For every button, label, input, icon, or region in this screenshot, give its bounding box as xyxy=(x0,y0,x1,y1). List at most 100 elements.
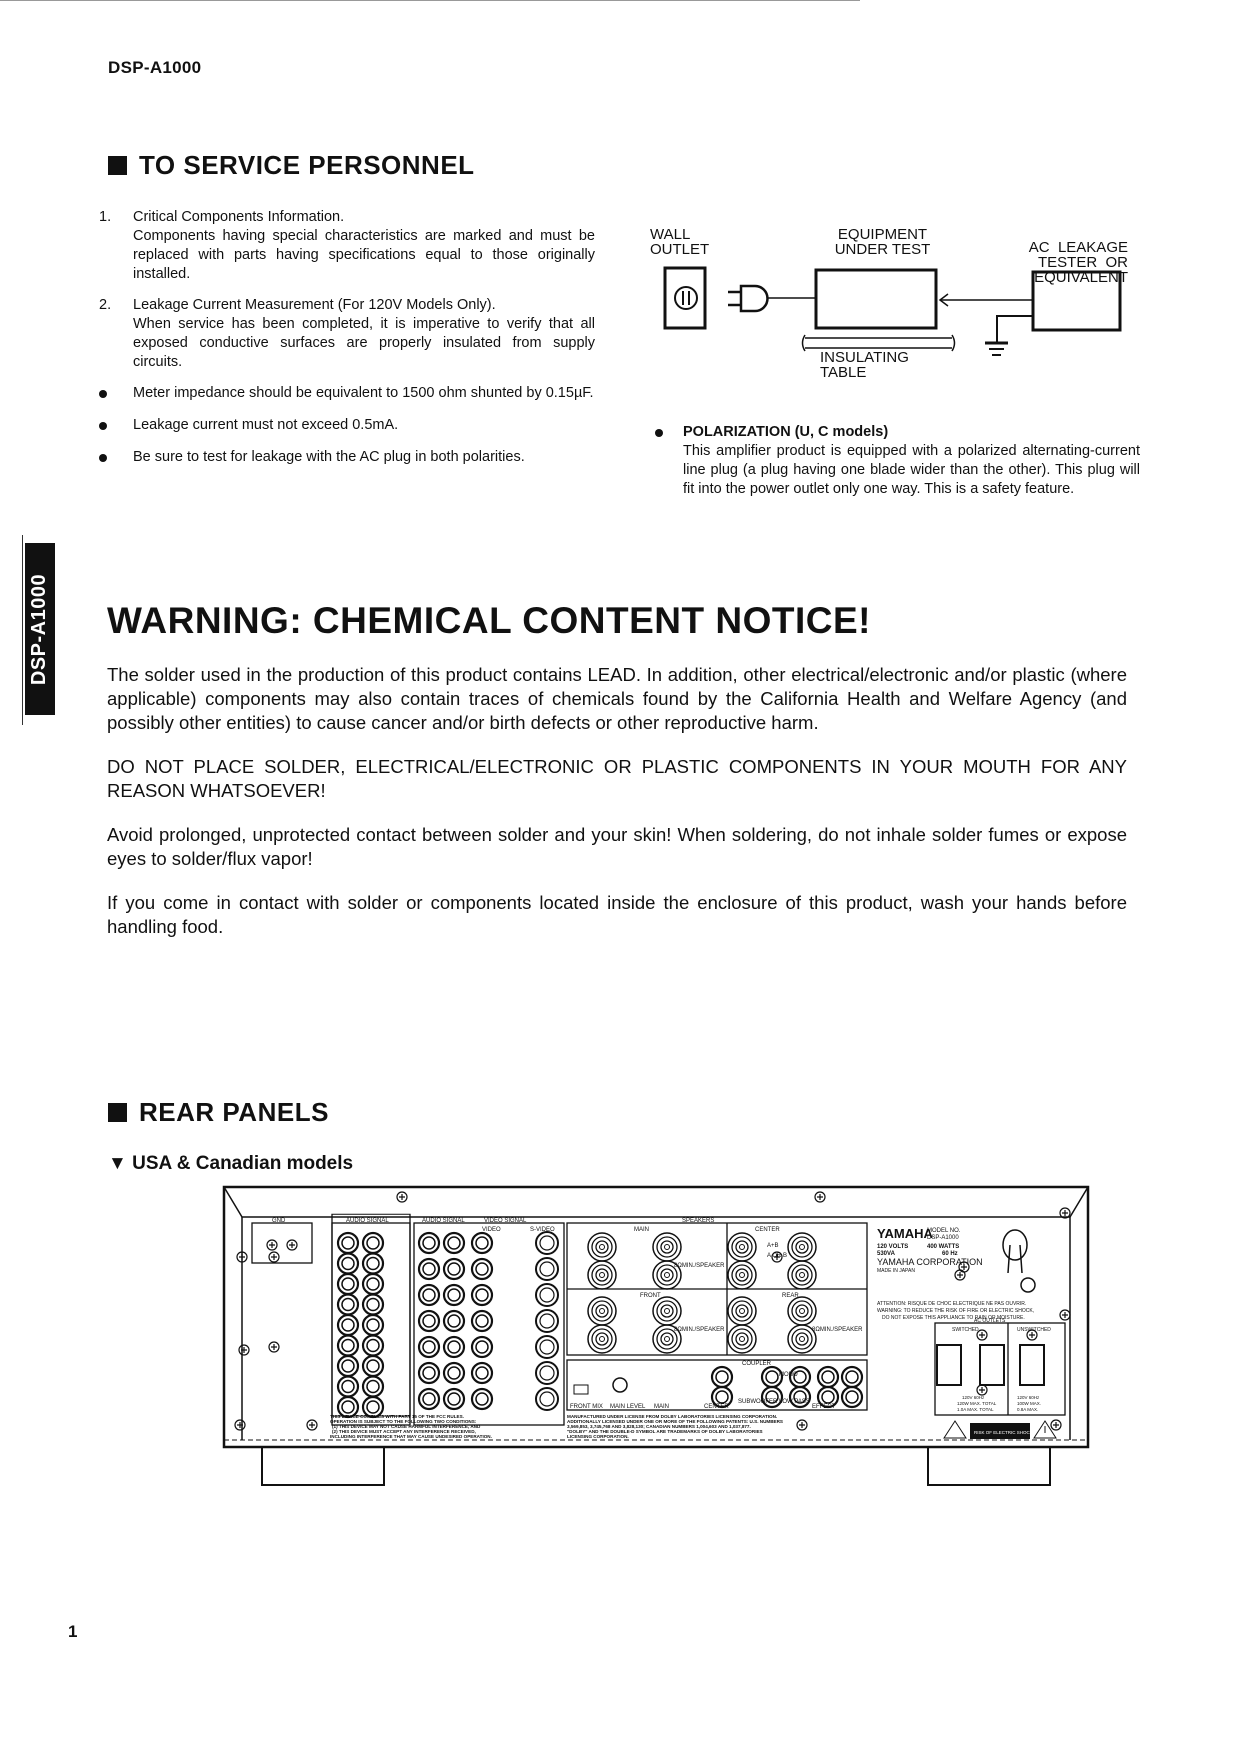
screw-cross xyxy=(1053,1422,1059,1428)
speaker-terminal-ring xyxy=(591,1300,613,1322)
ground-icon xyxy=(985,315,1033,356)
rca-jack-inner xyxy=(475,1340,489,1354)
volts-label: 120 VOLTS xyxy=(877,1244,908,1250)
s-video-jack-inner xyxy=(539,1391,555,1407)
unswitched-label: UNSWITCHED xyxy=(1017,1327,1051,1333)
s-video-jack-inner xyxy=(539,1235,555,1251)
s-video-jack-inner xyxy=(539,1365,555,1381)
speaker-terminal-core xyxy=(795,1332,809,1346)
rear-panel-drawing: GND AUDIO SIGNAL AUDIO SIGNAL VIDEO SIGN… xyxy=(222,1185,1090,1530)
rca-jack xyxy=(336,1375,360,1398)
speaker-terminal-core xyxy=(795,1268,809,1282)
rca-jack-inner xyxy=(447,1288,461,1302)
speaker-terminal-core xyxy=(795,1240,809,1254)
unswitched-spec-3: 0.8A MAX. xyxy=(1017,1407,1038,1412)
ac-outlets-box xyxy=(934,1322,1066,1416)
screw-cross xyxy=(957,1272,963,1278)
speaker-terminal-core xyxy=(595,1268,609,1282)
rca-jack xyxy=(442,1387,466,1411)
rca-jack-inner xyxy=(366,1297,380,1312)
front-impedance-label: 8ΩMIN./SPEAKER xyxy=(674,1327,725,1333)
speaker-terminal-pin xyxy=(599,1244,605,1250)
rca-jack-inner xyxy=(341,1379,355,1394)
polarization-title: POLARIZATION (U, C models) xyxy=(683,424,889,440)
s-video-jack xyxy=(535,1231,559,1255)
warning-paragraph: The solder used in the production of thi… xyxy=(107,664,1127,733)
item-title: Leakage Current Measurement (For 120V Mo… xyxy=(133,297,496,313)
item-title: Critical Components Information. xyxy=(133,209,345,225)
speaker-terminal-core xyxy=(595,1332,609,1346)
rca-jack xyxy=(470,1387,494,1411)
speaker-terminal-ring xyxy=(731,1300,753,1322)
service-section-heading: TO SERVICE PERSONNEL xyxy=(108,150,475,181)
speaker-terminal-core xyxy=(595,1240,609,1254)
rca-jack xyxy=(442,1257,466,1281)
rca-jack xyxy=(442,1309,466,1333)
rca-jack xyxy=(442,1283,466,1307)
dolby-line: LICENSING CORPORATION. xyxy=(567,1434,629,1439)
front-mix-label: FRONT MIX xyxy=(570,1404,603,1410)
rca-jack-inner xyxy=(475,1392,489,1406)
service-bullet: Leakage current must not exceed 0.5mA. xyxy=(95,416,595,436)
video-signal-label: VIDEO SIGNAL xyxy=(484,1218,527,1224)
coupler-center-label: CENTER xyxy=(704,1404,729,1410)
rca-jack-inner xyxy=(422,1392,436,1406)
speaker-terminal-core xyxy=(660,1240,674,1254)
brand-logo: YAMAHA xyxy=(877,1226,933,1241)
speaker-terminal-pin xyxy=(739,1308,745,1314)
power-cord-icon xyxy=(1002,1229,1036,1293)
rca-jack-inner xyxy=(341,1400,355,1414)
speaker-terminal-core xyxy=(735,1268,749,1282)
speaker-terminal-pin xyxy=(599,1272,605,1278)
s-video-jack xyxy=(535,1361,559,1385)
attention-label: ATTENTION: RISQUE DE CHOC ELECTRIQUE NE … xyxy=(877,1301,1026,1307)
polarization-text: This amplifier product is equipped with … xyxy=(683,443,1140,497)
rca-jack xyxy=(361,1354,385,1378)
rca-jack xyxy=(417,1387,441,1411)
rca-jack-inner xyxy=(366,1359,380,1373)
rca-jack-inner xyxy=(821,1390,835,1404)
s-video-label: S-VIDEO xyxy=(530,1227,555,1233)
warning-body: The solder used in the production of thi… xyxy=(107,663,1127,959)
rca-jack xyxy=(417,1335,441,1359)
s-video-jack xyxy=(535,1309,559,1333)
mono-label: MONO xyxy=(779,1372,798,1378)
item-number: 2. xyxy=(99,297,112,313)
s-video-jack-inner xyxy=(539,1261,555,1277)
wall-outlet-icon xyxy=(663,266,707,330)
speaker-terminal-core xyxy=(660,1304,674,1318)
rca-jack-inner xyxy=(475,1262,489,1276)
rca-jack xyxy=(417,1231,441,1255)
rca-jack-inner xyxy=(475,1236,489,1250)
gnd-box xyxy=(251,1222,313,1264)
gnd-label: GND xyxy=(272,1218,286,1224)
speaker-terminal-ring xyxy=(591,1236,613,1258)
speaker-terminal-ring xyxy=(791,1236,813,1258)
speaker-terminal-pin xyxy=(664,1308,670,1314)
screw-cross xyxy=(269,1242,275,1248)
main-label: MAIN xyxy=(634,1227,649,1233)
s-video-jack xyxy=(535,1257,559,1281)
page-number: 1 xyxy=(68,1622,78,1641)
front-mix-switch xyxy=(573,1384,589,1395)
coupler-main-label: MAIN xyxy=(654,1404,669,1410)
rca-jack xyxy=(710,1365,734,1389)
rca-jack-inner xyxy=(447,1236,461,1250)
rca-jack-inner xyxy=(475,1314,489,1328)
rca-jack-inner xyxy=(366,1400,380,1414)
speaker-terminal-ring xyxy=(656,1236,678,1258)
switch-a-or-b-label: A OR B xyxy=(767,1253,787,1259)
speaker-terminal-ring xyxy=(731,1236,753,1258)
model-no-label: MODEL NO. xyxy=(927,1228,961,1234)
rca-jack xyxy=(470,1361,494,1385)
screw-cross xyxy=(239,1254,245,1260)
service-item: 1. Critical Components Information. Comp… xyxy=(95,208,595,284)
rca-jack xyxy=(361,1313,385,1337)
rca-jack-inner xyxy=(475,1366,489,1380)
shock-label: RISK OF ELECTRIC SHOCK xyxy=(974,1430,1033,1435)
rca-jack-inner xyxy=(845,1370,859,1384)
rca-jack xyxy=(361,1252,385,1275)
warning-paragraph: If you come in contact with solder or co… xyxy=(107,892,1127,937)
rca-jack xyxy=(816,1365,840,1389)
screw-cross xyxy=(979,1387,985,1393)
